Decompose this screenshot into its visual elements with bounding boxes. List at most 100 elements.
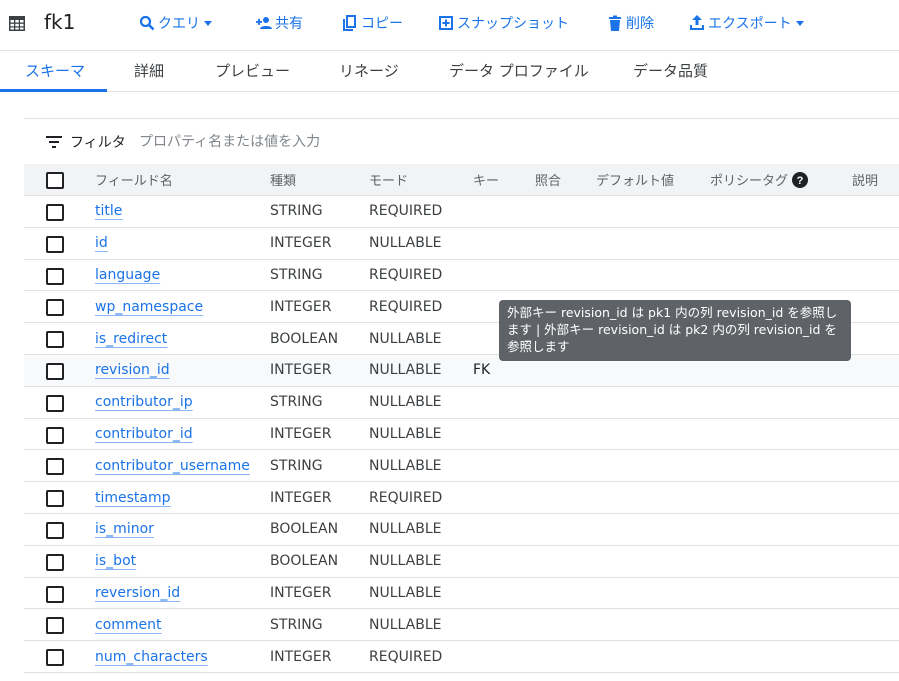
row-checkbox[interactable] — [46, 426, 64, 444]
table-header: フィールド名 種類 モード キー 照合 デフォルト値 ポリシータグ ? 説明 — [24, 164, 899, 196]
field-name-link[interactable]: id — [95, 228, 108, 259]
row-checkbox[interactable] — [46, 299, 64, 317]
field-mode: REQUIRED — [369, 648, 443, 665]
query-label: クエリ — [158, 16, 200, 32]
row-checkbox[interactable] — [46, 235, 64, 253]
column-header-key[interactable]: キー — [473, 164, 499, 195]
field-mode: NULLABLE — [369, 235, 442, 252]
field-name-link[interactable]: num_characters — [95, 641, 208, 672]
field-mode: NULLABLE — [369, 425, 442, 442]
row-checkbox[interactable] — [46, 649, 64, 667]
row-checkbox[interactable] — [46, 617, 64, 635]
table-icon — [9, 16, 25, 31]
field-name-link[interactable]: contributor_id — [95, 419, 193, 450]
snapshot-button[interactable]: スナップショット — [438, 12, 569, 34]
column-header-default-value[interactable]: デフォルト値 — [596, 164, 674, 195]
copy-label: コピー — [361, 16, 403, 32]
page-title: fk1 — [44, 10, 76, 34]
field-mode: NULLABLE — [369, 394, 442, 411]
row-checkbox[interactable] — [46, 585, 64, 603]
field-mode: NULLABLE — [369, 553, 442, 570]
copy-icon — [343, 15, 356, 31]
field-type: STRING — [270, 266, 323, 283]
column-header-description[interactable]: 説明 — [852, 164, 878, 195]
field-name-link[interactable]: title — [95, 196, 122, 227]
field-name-link[interactable]: contributor_ip — [95, 387, 193, 418]
field-type: STRING — [270, 203, 323, 220]
row-checkbox[interactable] — [46, 204, 64, 221]
field-mode: NULLABLE — [369, 584, 442, 601]
trash-icon — [609, 15, 621, 31]
upload-icon — [690, 15, 704, 30]
snapshot-label: スナップショット — [457, 16, 569, 32]
tab-details[interactable]: 詳細 — [134, 51, 164, 91]
row-checkbox[interactable] — [46, 331, 64, 349]
export-label: エクスポート — [708, 16, 792, 32]
column-header-type[interactable]: 種類 — [270, 164, 296, 195]
column-header-policy-tags[interactable]: ポリシータグ ? — [710, 164, 809, 195]
field-name-link[interactable]: comment — [95, 609, 162, 640]
field-name-link[interactable]: is_minor — [95, 514, 154, 545]
field-mode: NULLABLE — [369, 616, 442, 633]
tab-preview[interactable]: プレビュー — [215, 51, 290, 91]
chevron-down-icon — [795, 21, 804, 26]
field-name-link[interactable]: timestamp — [95, 482, 171, 513]
add-person-icon — [256, 17, 272, 29]
row-checkbox[interactable] — [46, 458, 64, 476]
tab-schema[interactable]: スキーマ — [25, 51, 85, 91]
row-checkbox[interactable] — [46, 394, 64, 412]
select-all-checkbox[interactable] — [46, 172, 64, 189]
active-tab-indicator — [0, 89, 107, 92]
row-checkbox[interactable] — [46, 490, 64, 508]
field-type: INTEGER — [270, 425, 332, 442]
table-row: num_characters INTEGER REQUIRED — [24, 641, 899, 673]
field-name-link[interactable]: language — [95, 260, 160, 291]
share-button[interactable]: 共有 — [256, 12, 303, 34]
field-mode: NULLABLE — [369, 362, 442, 379]
field-type: BOOLEAN — [270, 521, 339, 538]
field-name-link[interactable]: contributor_username — [95, 450, 250, 481]
table-row: id INTEGER NULLABLE — [24, 228, 899, 260]
row-checkbox[interactable] — [46, 553, 64, 571]
row-checkbox[interactable] — [46, 521, 64, 539]
column-header-collation[interactable]: 照合 — [535, 164, 561, 195]
export-button[interactable]: エクスポート — [689, 12, 805, 34]
row-checkbox[interactable] — [46, 362, 64, 380]
field-mode: NULLABLE — [369, 457, 442, 474]
field-type: INTEGER — [270, 362, 332, 379]
field-type: BOOLEAN — [270, 553, 339, 570]
field-type: BOOLEAN — [270, 330, 339, 347]
column-header-field-name[interactable]: フィールド名 — [95, 164, 173, 195]
table-row: contributor_username STRING NULLABLE — [24, 450, 899, 483]
filter-label: フィルタ — [70, 135, 126, 151]
field-mode: REQUIRED — [369, 266, 443, 283]
table-row: contributor_ip STRING NULLABLE — [24, 387, 899, 419]
field-type: STRING — [270, 457, 323, 474]
share-label: 共有 — [275, 16, 303, 32]
field-key[interactable]: FK — [473, 355, 490, 386]
filter-input[interactable] — [139, 129, 539, 155]
table-row: comment STRING NULLABLE — [24, 609, 899, 642]
field-name-link[interactable]: is_redirect — [95, 323, 167, 354]
table-row: timestamp INTEGER REQUIRED — [24, 482, 899, 514]
field-type: INTEGER — [270, 489, 332, 506]
field-mode: REQUIRED — [369, 203, 443, 220]
help-icon[interactable]: ? — [792, 171, 809, 188]
field-name-link[interactable]: is_bot — [95, 546, 136, 577]
copy-button[interactable]: コピー — [342, 12, 403, 34]
field-type: INTEGER — [270, 298, 332, 315]
field-name-link[interactable]: revision_id — [95, 355, 170, 386]
tab-lineage[interactable]: リネージ — [339, 51, 399, 91]
query-button[interactable]: クエリ — [139, 12, 213, 34]
delete-button[interactable]: 削除 — [607, 12, 654, 34]
column-header-mode[interactable]: モード — [369, 164, 408, 195]
field-name-link[interactable]: wp_namespace — [95, 291, 203, 322]
field-mode: NULLABLE — [369, 521, 442, 538]
tab-data-quality[interactable]: データ品質 — [633, 51, 708, 91]
row-checkbox[interactable] — [46, 267, 64, 285]
table-body: title STRING REQUIRED id INTEGER NULLABLE lang… — [24, 196, 899, 673]
tab-data-profile[interactable]: データ プロファイル — [449, 51, 589, 91]
toolbar: fk1 クエリ 共有 コピー スナップショット 削除 エクスポート — [0, 0, 899, 48]
field-name-link[interactable]: reversion_id — [95, 578, 180, 609]
svg-text:?: ? — [797, 175, 804, 187]
